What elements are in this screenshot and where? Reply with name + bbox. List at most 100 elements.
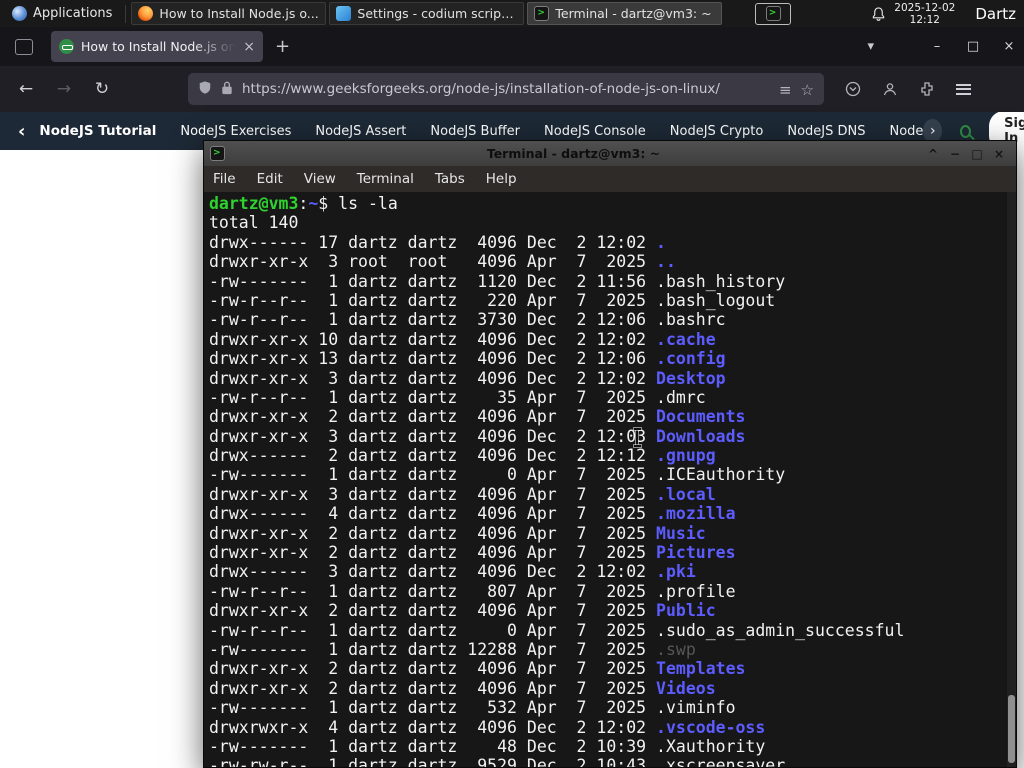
file-name: .pki <box>656 562 696 582</box>
url-text[interactable]: https://www.geeksforgeeks.org/node-js/in… <box>242 81 720 97</box>
terminal-line: -rw------- 1 dartz dartz 1120 Dec 2 11:5… <box>209 271 786 291</box>
terminal-line: drwx------ 17 dartz dartz 4096 Dec 2 12:… <box>209 232 666 252</box>
terminal-line: drwxr-xr-x 10 dartz dartz 4096 Dec 2 12:… <box>209 329 716 349</box>
site-nav-item[interactable]: NodeJS Assert <box>315 124 406 139</box>
file-name: .bash_logout <box>656 290 776 310</box>
file-name: .profile <box>656 581 736 601</box>
browser-tab[interactable]: How to Install Node.js on × <box>51 31 263 62</box>
prompt-path: ~ <box>308 194 319 213</box>
terminal-icon <box>534 6 550 21</box>
terminal-line: drwxr-xr-x 2 dartz dartz 4096 Apr 7 2025… <box>209 407 746 427</box>
site-nav-item[interactable]: NodeJS Console <box>544 124 646 139</box>
terminal-menu-file[interactable]: File <box>213 171 236 187</box>
file-name: .swp <box>656 639 696 659</box>
bookmark-star-icon[interactable] <box>801 80 814 99</box>
applications-menu-label: Applications <box>33 6 113 21</box>
terminal-menu-help[interactable]: Help <box>486 171 517 187</box>
file-name: .viminfo <box>656 698 736 718</box>
terminal-line: drwxr-xr-x 13 dartz dartz 4096 Dec 2 12:… <box>209 349 726 369</box>
terminal-scrollbar[interactable] <box>1007 192 1016 767</box>
site-nav-item[interactable]: NodeJS Exercises <box>180 124 291 139</box>
list-all-tabs-icon[interactable]: ▾ <box>867 39 874 54</box>
terminal-line: drwxrwxr-x 4 dartz dartz 4096 Dec 2 12:0… <box>209 717 766 737</box>
terminal-line: -rw-rw-r-- 1 dartz dartz 9529 Dec 2 10:4… <box>209 756 1004 767</box>
file-name: .ICEauthority <box>656 465 786 485</box>
file-name: .sudo_as_admin_successful <box>656 620 905 640</box>
terminal-scrollbar-thumb[interactable] <box>1008 695 1015 763</box>
file-name: .local <box>656 484 716 504</box>
terminal-minimize-button[interactable]: − <box>944 147 966 161</box>
terminal-window: Terminal - dartz@vm3: ~ ^ − □ × File Edit… <box>203 140 1017 768</box>
applications-menu-button[interactable]: Applications <box>4 0 120 27</box>
notifications-bell-icon[interactable] <box>871 6 886 22</box>
site-nav-item[interactable]: NodeJS Tutorial <box>39 123 156 139</box>
tab-title: How to Install Node.js on <box>81 39 237 54</box>
mouse-cursor <box>633 428 641 447</box>
file-name: .gnupg <box>656 446 716 466</box>
file-name: .. <box>656 252 676 272</box>
forward-button[interactable]: → <box>52 79 76 99</box>
window-minimize-button[interactable]: – <box>922 39 952 54</box>
extensions-icon[interactable] <box>919 81 935 97</box>
url-bar[interactable]: https://www.geeksforgeeks.org/node-js/in… <box>188 73 824 105</box>
file-name: Templates <box>656 659 746 679</box>
site-nav-item[interactable]: Node <box>890 124 924 139</box>
terminal-menu-tabs[interactable]: Tabs <box>435 171 465 187</box>
account-icon[interactable] <box>882 81 898 97</box>
file-name: .xscreensaver <box>656 756 786 767</box>
pocket-icon[interactable] <box>845 81 861 97</box>
site-nav-item[interactable]: NodeJS Buffer <box>430 124 520 139</box>
taskbar-window-button-1[interactable]: How to Install Node.js o... <box>131 2 327 25</box>
menu-hamburger-icon[interactable] <box>956 83 971 95</box>
taskbar-window-button-3[interactable]: Terminal - dartz@vm3: ~ <box>527 2 723 25</box>
nav-scroll-left-icon[interactable]: ‹ <box>18 121 25 142</box>
terminal-maximize-button[interactable]: □ <box>966 147 988 161</box>
tracking-shield-icon[interactable] <box>198 80 212 99</box>
window-maximize-button[interactable]: □ <box>958 39 988 54</box>
terminal-line: drwx------ 4 dartz dartz 4096 Apr 7 2025… <box>209 504 736 524</box>
clock-time: 12:12 <box>909 13 940 26</box>
terminal-body[interactable]: dartz@vm3:~$ ls -la total 140 drwx------ 1… <box>204 192 1016 767</box>
terminal-menu-edit[interactable]: Edit <box>257 171 283 187</box>
reload-button[interactable]: ↻ <box>90 79 114 99</box>
terminal-shade-button[interactable]: ^ <box>922 147 944 161</box>
firefox-icon <box>138 6 154 21</box>
file-name: .Xauthority <box>656 736 766 756</box>
terminal-line: -rw------- 1 dartz dartz 0 Apr 7 2025 .I… <box>209 465 786 485</box>
file-name: Documents <box>656 407 746 427</box>
file-name: Pictures <box>656 543 736 563</box>
file-name: .bashrc <box>656 310 726 330</box>
taskbar-window-label: Settings - codium script... <box>357 6 518 21</box>
terminal-line: -rw------- 1 dartz dartz 532 Apr 7 2025 … <box>209 698 736 718</box>
terminal-line: drwx------ 2 dartz dartz 4096 Dec 2 12:1… <box>209 446 716 466</box>
taskbar-window-button-2[interactable]: Settings - codium script... <box>329 2 525 25</box>
terminal-line: -rw-r--r-- 1 dartz dartz 0 Apr 7 2025 .s… <box>209 620 905 640</box>
tab-close-icon[interactable]: × <box>243 39 255 55</box>
taskbar-windows: How to Install Node.js o... Settings - co… <box>131 2 723 25</box>
terminal-line: drwxr-xr-x 3 dartz dartz 4096 Apr 7 2025… <box>209 484 716 504</box>
site-nav-item[interactable]: NodeJS Crypto <box>670 124 764 139</box>
terminal-line: drwxr-xr-x 3 dartz dartz 4096 Dec 2 12:0… <box>209 368 726 388</box>
firefox-view-icon[interactable] <box>15 38 33 55</box>
terminal-line: -rw-r--r-- 1 dartz dartz 807 Apr 7 2025 … <box>209 581 736 601</box>
tray-terminal-icon[interactable] <box>755 2 792 25</box>
user-menu[interactable]: Dartz <box>975 5 1016 23</box>
site-nav-item[interactable]: NodeJS DNS <box>787 124 865 139</box>
file-name: .dmrc <box>656 387 706 407</box>
window-close-button[interactable]: × <box>994 39 1024 54</box>
terminal-close-button[interactable]: × <box>988 147 1010 161</box>
new-tab-button[interactable]: + <box>275 36 290 57</box>
file-name: Desktop <box>656 368 726 388</box>
clock[interactable]: 2025-12-02 12:12 <box>894 2 955 26</box>
search-icon[interactable] <box>960 124 972 138</box>
file-name: Downloads <box>656 426 746 446</box>
terminal-icon <box>210 146 225 161</box>
back-button[interactable]: ← <box>14 79 38 99</box>
reader-mode-icon[interactable] <box>779 80 792 99</box>
lock-icon[interactable] <box>221 80 233 99</box>
terminal-menu-view[interactable]: View <box>304 171 336 187</box>
terminal-titlebar[interactable]: Terminal - dartz@vm3: ~ ^ − □ × <box>204 141 1016 166</box>
terminal-menu-terminal[interactable]: Terminal <box>357 171 414 187</box>
prompt-user-host: dartz@vm3 <box>209 194 299 213</box>
terminal-line: drwx------ 3 dartz dartz 4096 Dec 2 12:0… <box>209 562 696 582</box>
